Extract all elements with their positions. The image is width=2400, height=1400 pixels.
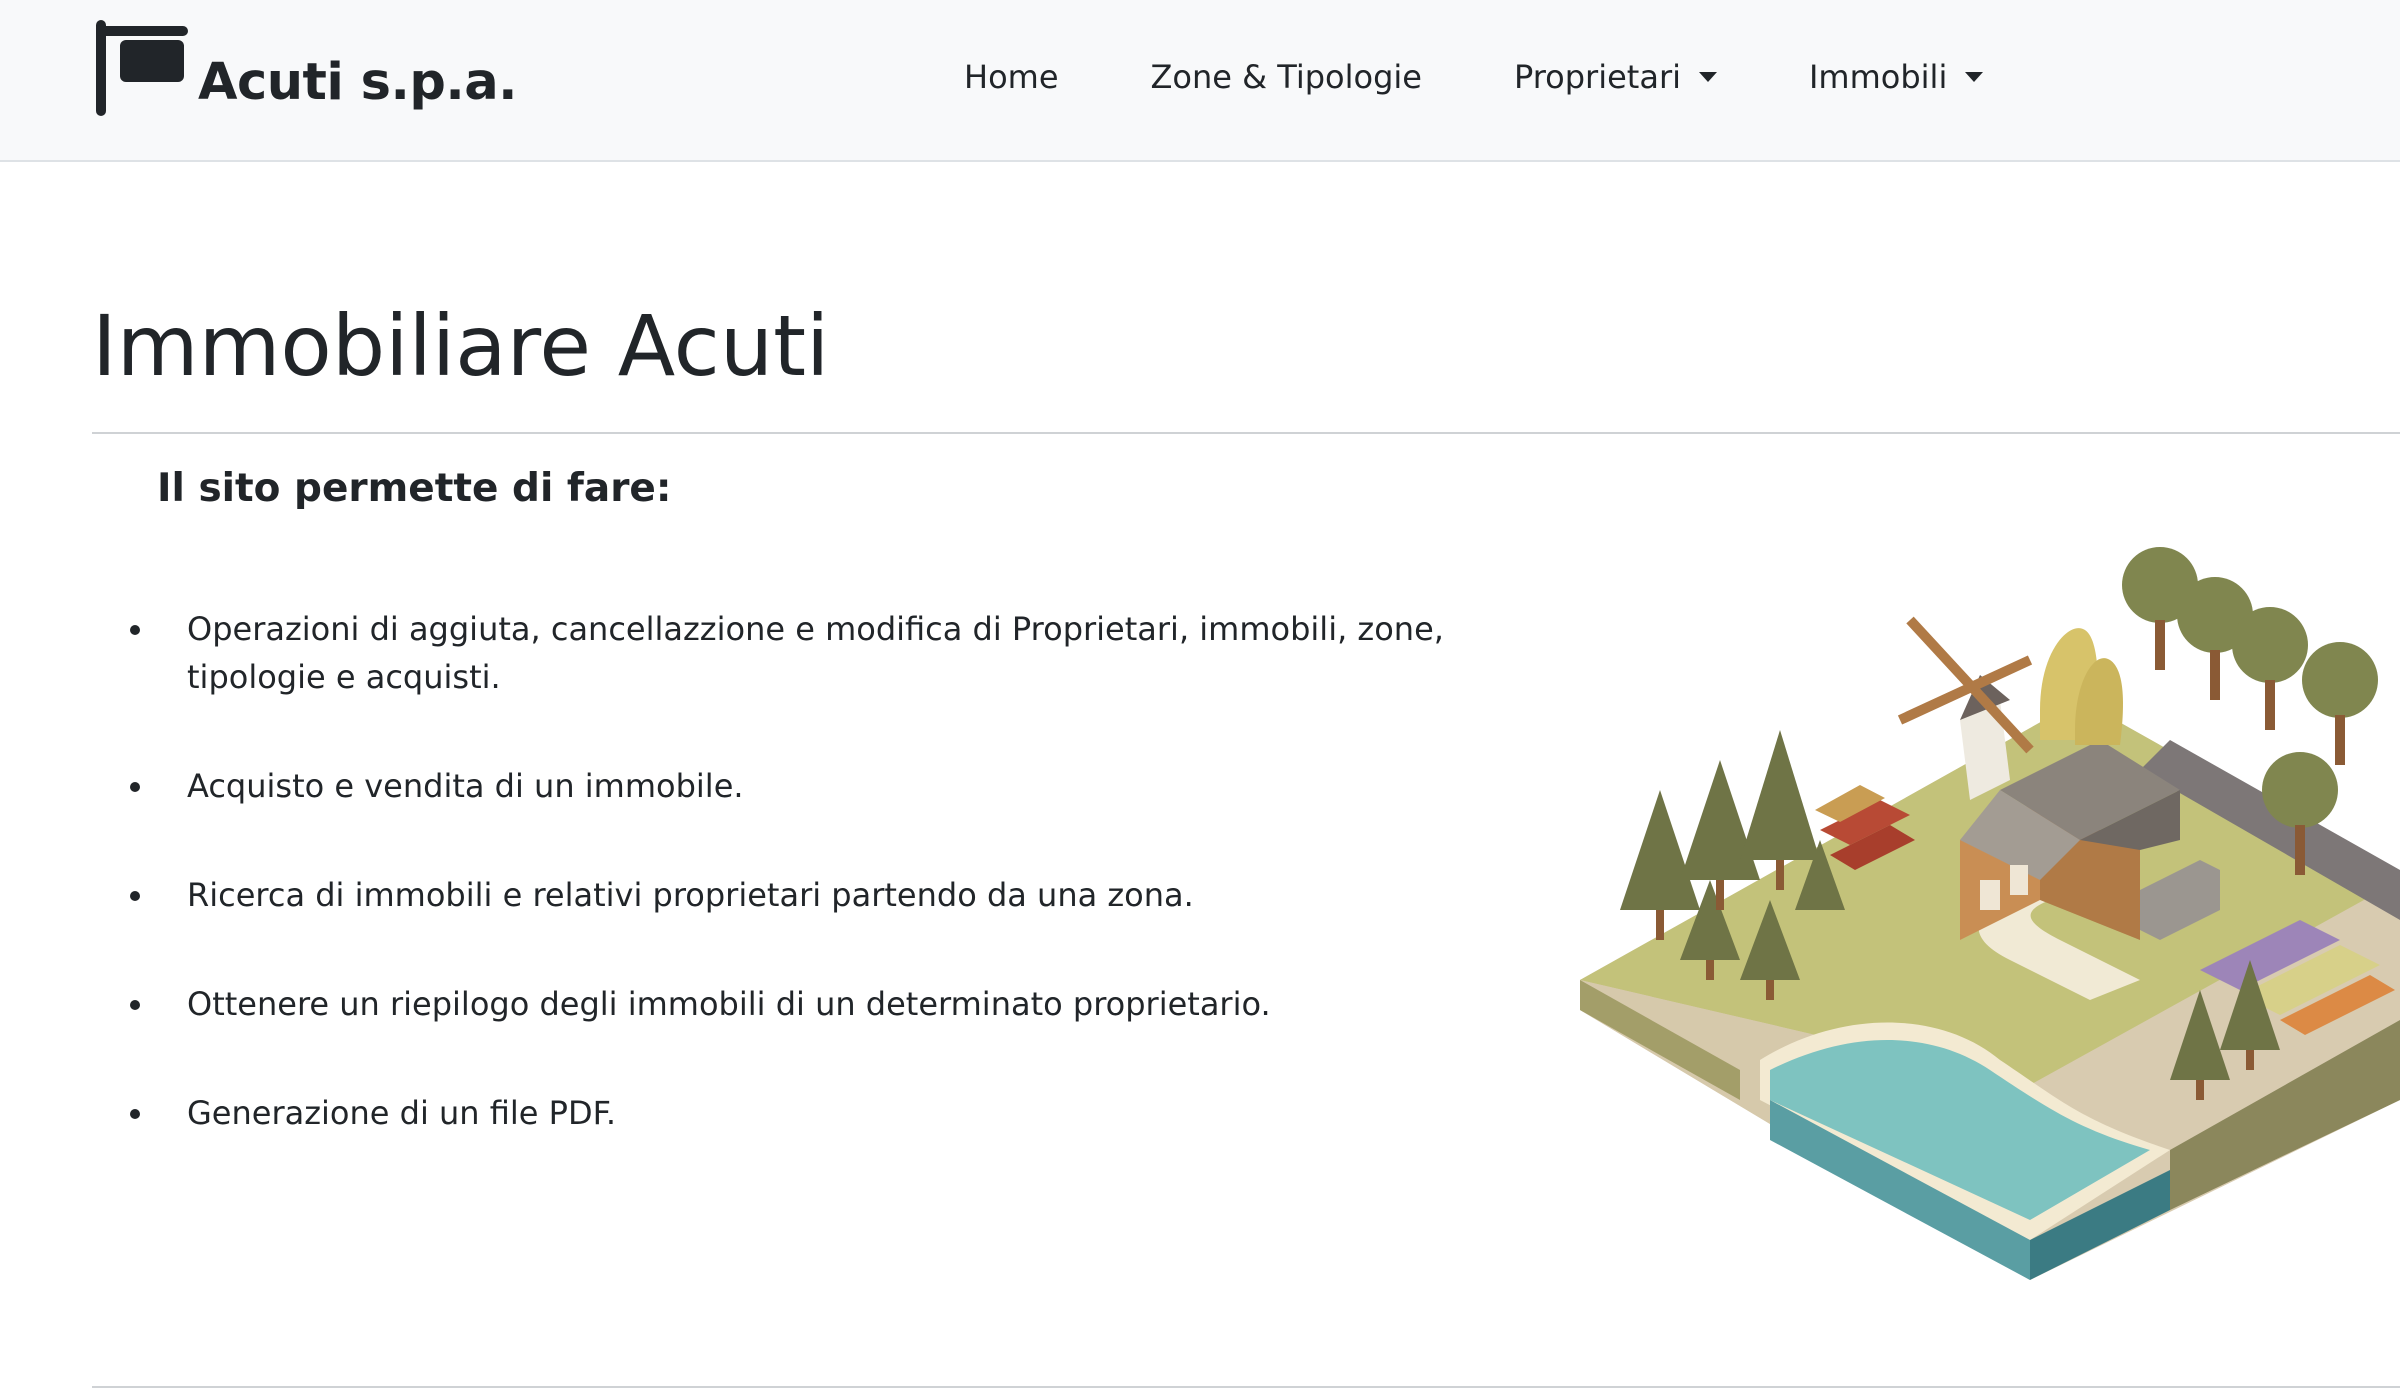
nav-proprietari-label: Proprietari [1513, 58, 1681, 96]
features-subtitle: Il sito permette di fare: [157, 466, 672, 511]
title-divider [92, 432, 2400, 434]
feature-item: Operazioni di aggiuta, cancellazzione e … [118, 605, 1458, 701]
nav-zone-tipologie-label: Zone & Tipologie [1150, 58, 1422, 96]
features-list: Operazioni di aggiuta, cancellazzione e … [118, 605, 1458, 1198]
nav-home-label: Home [964, 58, 1059, 96]
isometric-farm-illustration [1580, 547, 2400, 1280]
feature-item: Generazione di un file PDF. [118, 1089, 1458, 1137]
feature-item: Acquisto e vendita di un immobile. [118, 762, 1458, 810]
caret-down-icon [1698, 72, 1717, 82]
nav-immobili-label: Immobili [1808, 58, 1948, 96]
nav-immobili-dropdown[interactable]: Immobili [1763, 58, 2029, 96]
signboard-icon [96, 20, 188, 116]
bottom-divider [92, 1386, 2400, 1388]
caret-down-icon [1965, 72, 1984, 82]
page-title: Immobiliare Acuti [92, 297, 830, 395]
nav-proprietari-dropdown[interactable]: Proprietari [1468, 58, 1763, 96]
brand-link[interactable]: Acuti s.p.a. [92, 18, 518, 118]
feature-item: Ricerca di immobili e relativi proprieta… [118, 871, 1458, 919]
top-navbar: Acuti s.p.a. Home Zone & Tipologie Propr… [0, 0, 2400, 162]
feature-item: Ottenere un riepilogo degli immobili di … [118, 980, 1458, 1028]
main-nav: Home Zone & Tipologie Proprietari Immobi… [918, 52, 2029, 102]
brand-name: Acuti s.p.a. [198, 53, 518, 112]
nav-home[interactable]: Home [918, 58, 1105, 96]
nav-zone-tipologie[interactable]: Zone & Tipologie [1105, 58, 1468, 96]
